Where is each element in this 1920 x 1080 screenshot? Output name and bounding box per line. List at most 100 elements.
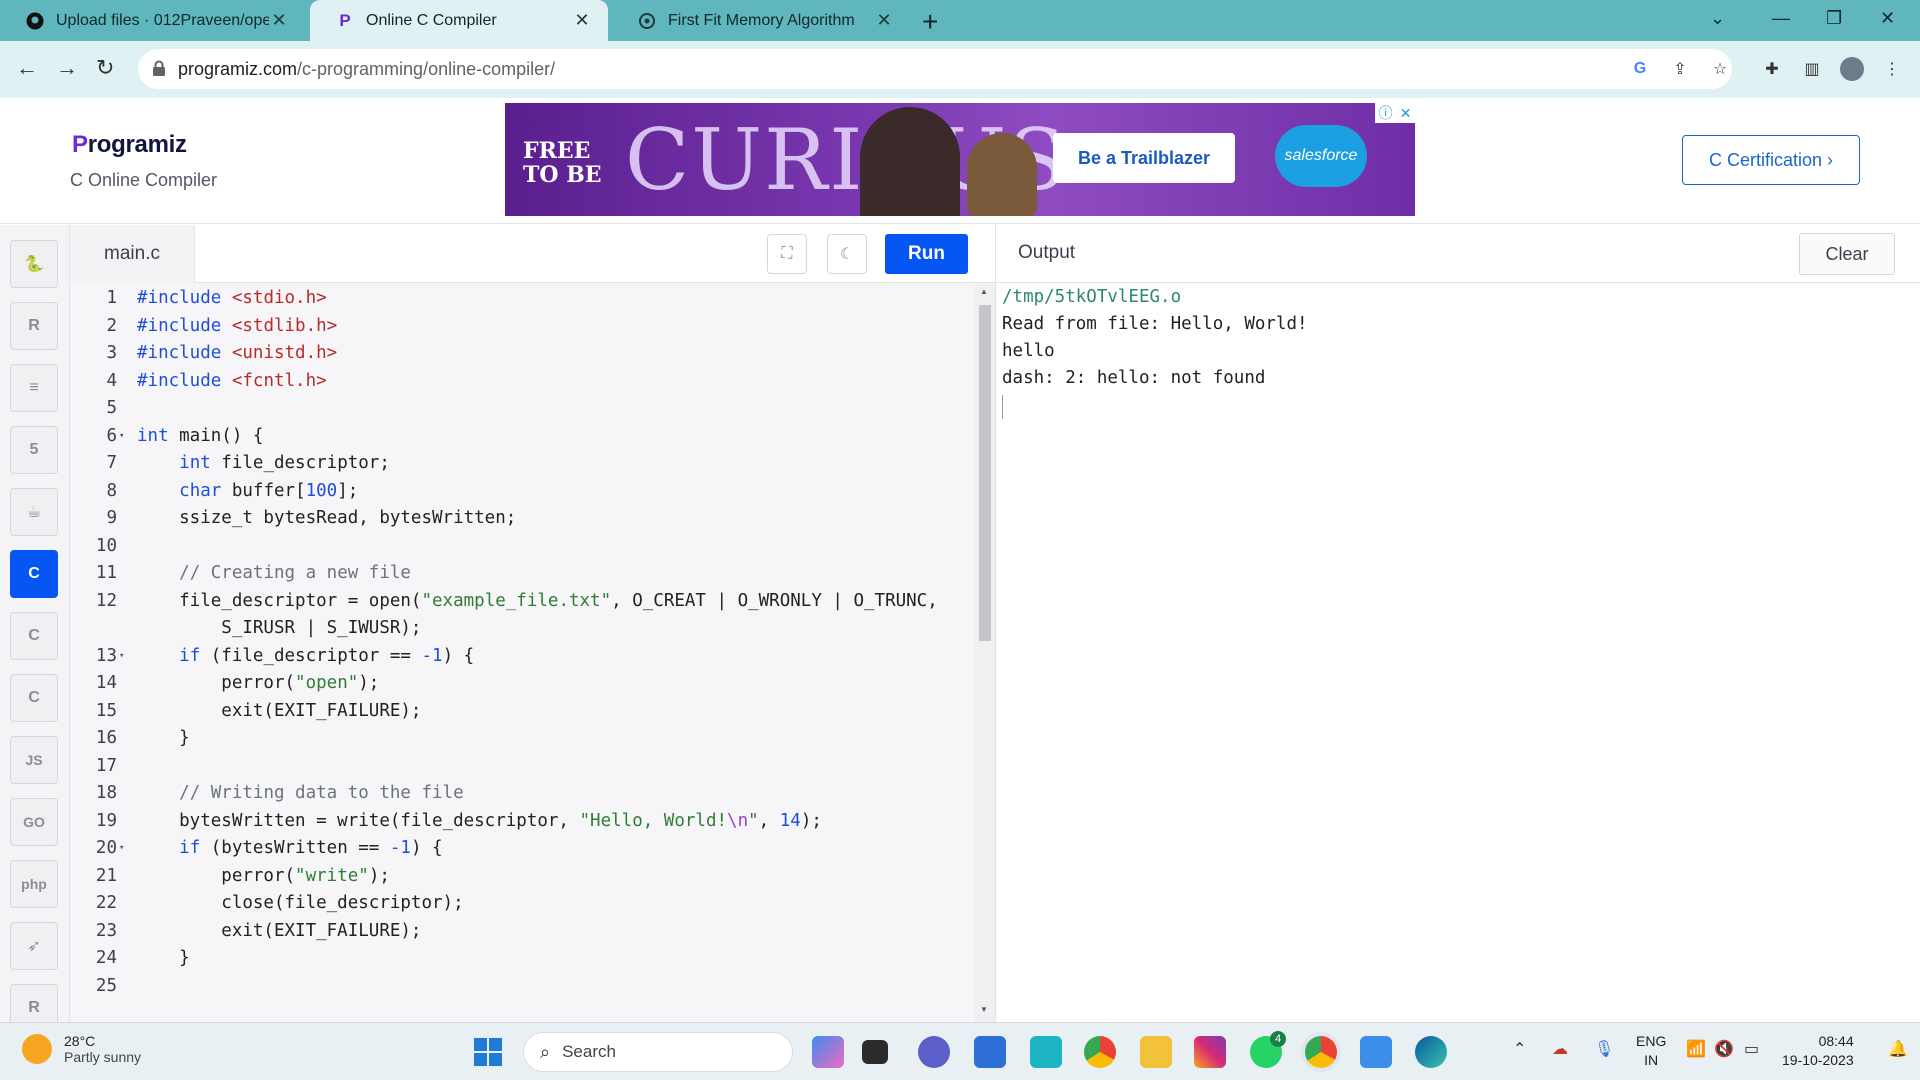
output-console[interactable]: /tmp/5tkOTvlEEG.o Read from file: Hello,…	[995, 283, 1920, 1022]
instagram-icon[interactable]	[1194, 1036, 1226, 1068]
fold-arrow-icon[interactable]: ▾	[119, 423, 124, 450]
advertisement-banner[interactable]: FREE TO BE CURIOUS Be a Trailblazer sales…	[505, 103, 1415, 216]
code-line[interactable]: 6 ▾ int main() {	[70, 423, 975, 450]
tab-first-fit-memory[interactable]: First Fit Memory Algorithm ✕	[612, 0, 910, 41]
run-button[interactable]: Run	[885, 234, 968, 274]
language-go-icon[interactable]: GO	[10, 798, 58, 846]
system-clock[interactable]: 08:44 19-10-2023	[1782, 1032, 1854, 1070]
app-icon-cyan[interactable]	[1030, 1036, 1062, 1068]
close-icon[interactable]: ✕	[572, 10, 592, 31]
fold-arrow-icon[interactable]: ▾	[119, 835, 124, 862]
code-line[interactable]: S_IRUSR | S_IWUSR);	[70, 615, 975, 642]
photos-icon[interactable]	[1360, 1036, 1392, 1068]
address-bar[interactable]: programiz.com/c-programming/online-compi…	[138, 49, 1732, 89]
code-line[interactable]: 15 exit(EXIT_FAILURE);	[70, 698, 975, 725]
taskbar-search[interactable]: ⌕ Search	[523, 1032, 793, 1072]
ad-close-icon[interactable]: ⓘ ✕	[1375, 103, 1415, 123]
edge-icon[interactable]	[1415, 1036, 1447, 1068]
input-language[interactable]: ENG IN	[1636, 1032, 1666, 1070]
editor-scrollbar[interactable]: ▲ ▼	[975, 283, 995, 1022]
ad-cta-button[interactable]: Be a Trailblazer	[1053, 133, 1235, 183]
c-certification-button[interactable]: C Certification ›	[1682, 135, 1860, 185]
programiz-logo[interactable]: Programiz	[72, 131, 187, 159]
code-line[interactable]: 14 perror("open");	[70, 670, 975, 697]
minimize-icon[interactable]: —	[1772, 8, 1790, 29]
show-hidden-icons-chevron[interactable]: ⌃	[1513, 1039, 1526, 1059]
code-line[interactable]: 20 ▾ if (bytesWritten == -1) {	[70, 835, 975, 862]
scroll-up-icon[interactable]: ▲	[980, 287, 988, 296]
code-line[interactable]: 21 perror("write");	[70, 863, 975, 890]
extensions-icon[interactable]: ✚	[1760, 57, 1784, 81]
language-cpp-icon[interactable]: C	[10, 612, 58, 660]
menu-icon[interactable]: ⋮	[1880, 57, 1904, 81]
copilot-icon[interactable]	[812, 1036, 844, 1068]
tab-upload-files[interactable]: Upload files · 012Praveen/operati ✕	[0, 0, 305, 41]
code-line[interactable]: 4 #include <fcntl.h>	[70, 368, 975, 395]
battery-icon[interactable]: ▭	[1744, 1039, 1759, 1059]
onedrive-icon[interactable]: ☁	[1552, 1039, 1568, 1059]
fullscreen-icon[interactable]: ⛶	[767, 234, 807, 274]
code-line[interactable]: 24 }	[70, 945, 975, 972]
tab-online-c-compiler[interactable]: P Online C Compiler ✕	[310, 0, 608, 41]
file-tab-main-c[interactable]: main.c	[70, 225, 195, 283]
share-icon[interactable]: ⇪	[1668, 57, 1692, 81]
windows-start-icon[interactable]	[474, 1038, 502, 1066]
code-line[interactable]: 18 // Writing data to the file	[70, 780, 975, 807]
window-close-icon[interactable]: ✕	[1880, 8, 1895, 29]
google-icon[interactable]: G	[1628, 57, 1652, 81]
profile-avatar[interactable]	[1840, 57, 1864, 81]
scrollbar-thumb[interactable]	[979, 305, 991, 641]
scroll-down-icon[interactable]: ▼	[980, 1005, 988, 1014]
language-php-icon[interactable]: php	[10, 860, 58, 908]
code-line[interactable]: 7 int file_descriptor;	[70, 450, 975, 477]
language-c-icon[interactable]: C	[10, 550, 58, 598]
code-line[interactable]: 10	[70, 533, 975, 560]
dark-mode-icon[interactable]: ☾	[827, 234, 867, 274]
language-sql-icon[interactable]: ≡	[10, 364, 58, 412]
chrome-icon[interactable]	[1084, 1036, 1116, 1068]
code-line[interactable]: 22 close(file_descriptor);	[70, 890, 975, 917]
language-csharp-icon[interactable]: C	[10, 674, 58, 722]
language-swift-icon[interactable]: ➶	[10, 922, 58, 970]
code-line[interactable]: 5	[70, 395, 975, 422]
task-view-icon[interactable]	[862, 1040, 888, 1064]
code-line[interactable]: 2 #include <stdlib.h>	[70, 313, 975, 340]
code-line[interactable]: 19 bytesWritten = write(file_descriptor,…	[70, 808, 975, 835]
chrome-profile-icon[interactable]	[1305, 1036, 1337, 1068]
code-line[interactable]: 13 ▾ if (file_descriptor == -1) {	[70, 643, 975, 670]
code-line[interactable]: 1 #include <stdio.h>	[70, 285, 975, 312]
file-explorer-icon[interactable]	[1140, 1036, 1172, 1068]
fold-arrow-icon[interactable]: ▾	[119, 643, 124, 670]
new-tab-icon[interactable]: +	[922, 6, 938, 38]
forward-icon[interactable]: →	[56, 55, 78, 81]
volume-muted-icon[interactable]: 🔇	[1714, 1039, 1734, 1059]
code-line[interactable]: 23 exit(EXIT_FAILURE);	[70, 918, 975, 945]
code-editor[interactable]: 1 #include <stdio.h> 2 #include <stdlib.h> 3…	[70, 283, 975, 1022]
language-html-icon[interactable]: 5	[10, 426, 58, 474]
close-icon[interactable]: ✕	[269, 10, 289, 31]
code-line[interactable]: 8 char buffer[100];	[70, 478, 975, 505]
clear-button[interactable]: Clear	[1799, 233, 1895, 275]
side-panel-icon[interactable]: ▥	[1800, 57, 1824, 81]
code-line[interactable]: 11 // Creating a new file	[70, 560, 975, 587]
restore-icon[interactable]: ❐	[1826, 8, 1842, 29]
language-javascript-icon[interactable]: JS	[10, 736, 58, 784]
weather-widget[interactable]: 28°C Partly sunny	[22, 1033, 141, 1065]
code-line[interactable]: 25	[70, 973, 975, 1000]
microsoft-store-icon[interactable]	[974, 1036, 1006, 1068]
close-icon[interactable]: ✕	[874, 10, 894, 31]
wifi-icon[interactable]: 📶	[1686, 1039, 1706, 1059]
teams-chat-icon[interactable]	[918, 1036, 950, 1068]
code-line[interactable]: 9 ssize_t bytesRead, bytesWritten;	[70, 505, 975, 532]
back-icon[interactable]: ←	[16, 55, 38, 81]
code-line[interactable]: 16 }	[70, 725, 975, 752]
language-java-icon[interactable]: ☕	[10, 488, 58, 536]
language-python-icon[interactable]: 🐍	[10, 240, 58, 288]
code-line[interactable]: 3 #include <unistd.h>	[70, 340, 975, 367]
code-line[interactable]: 17	[70, 753, 975, 780]
notifications-bell-icon[interactable]: 🔔	[1888, 1039, 1908, 1059]
bookmark-star-icon[interactable]: ☆	[1708, 57, 1732, 81]
tab-search-chevron-icon[interactable]: ⌄	[1710, 8, 1725, 29]
code-line[interactable]: 12 file_descriptor = open("example_file.…	[70, 588, 975, 615]
language-r-icon[interactable]: R	[10, 302, 58, 350]
